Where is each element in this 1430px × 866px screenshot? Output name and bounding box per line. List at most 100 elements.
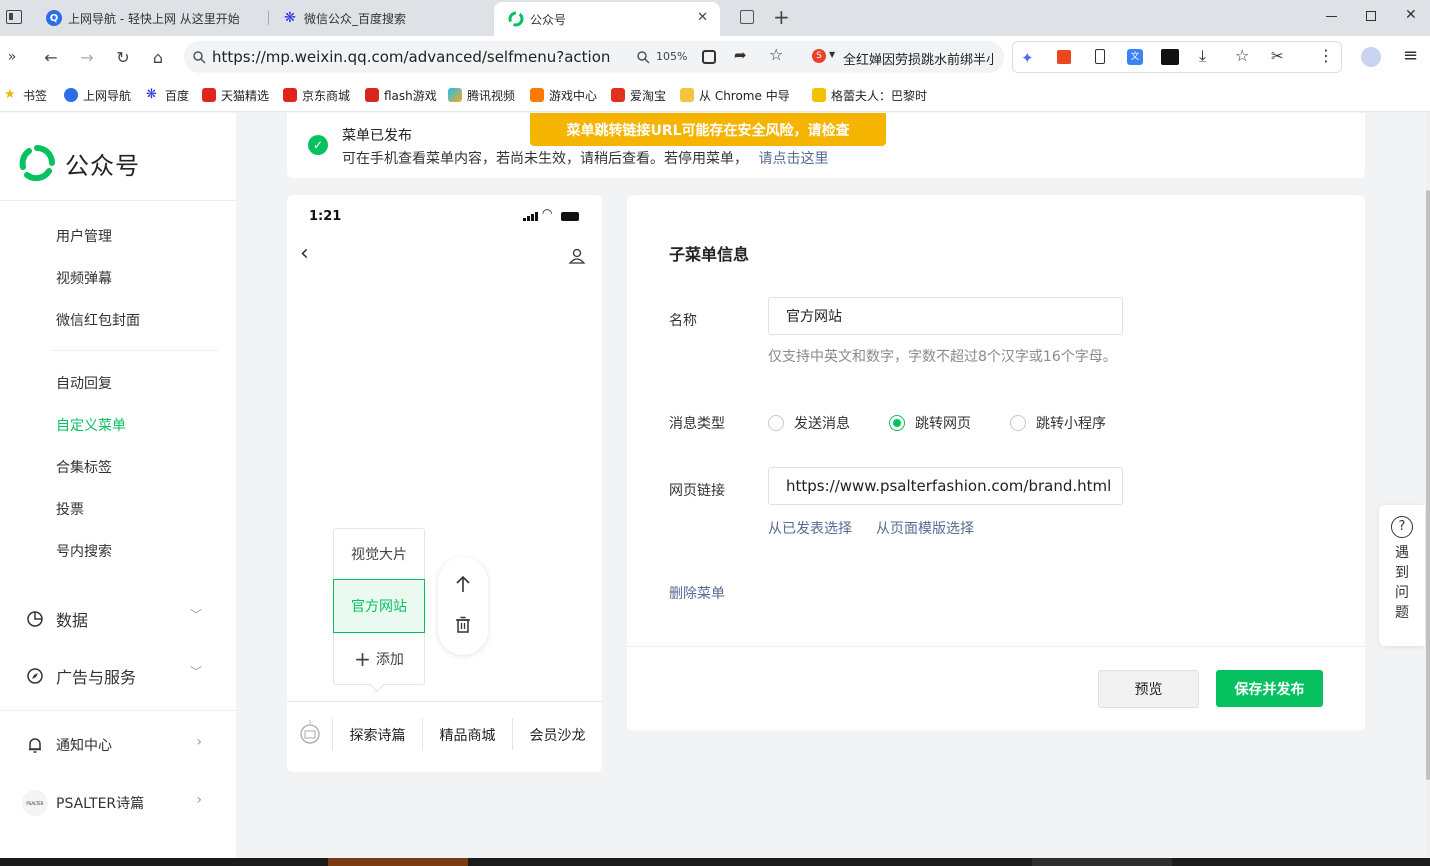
window-menu-icon[interactable] <box>6 10 22 24</box>
bookmark-item[interactable]: 天猫精选 <box>202 86 269 104</box>
forward-icon[interactable]: → <box>75 45 99 69</box>
select-published-link[interactable]: 从已发表选择 <box>768 518 852 538</box>
name-input[interactable]: 官方网站 <box>768 297 1123 335</box>
back-chevron-icon[interactable]: ‹ <box>300 241 309 266</box>
sidebar-item-custom-menu[interactable]: 自定义菜单 <box>56 415 126 435</box>
bookmark-item[interactable]: 爱淘宝 <box>611 86 666 104</box>
radio-button[interactable] <box>1010 415 1026 431</box>
sidebar-item-red-packet-cover[interactable]: 微信红包封面 <box>56 310 140 330</box>
phone-icon[interactable] <box>1095 49 1105 64</box>
ai-assistant-icon[interactable]: ✦ <box>1021 49 1034 67</box>
question-icon: ? <box>1391 516 1413 538</box>
sidebar-account[interactable]: PSALTER PSALTER诗篇 › <box>22 790 202 816</box>
tab-shangwang[interactable]: Q 上网导航 - 轻快上网 从这里开始 <box>38 3 268 33</box>
new-tab-icon[interactable]: + <box>773 5 790 29</box>
radio-button[interactable] <box>768 415 784 431</box>
sidebar-item-users[interactable]: 用户管理 <box>56 226 112 246</box>
tab-gongzhonghao[interactable]: 公众号 ✕ <box>494 2 720 36</box>
wechat-mp-icon <box>508 11 524 27</box>
close-window-icon[interactable]: ✕ <box>1405 7 1417 23</box>
search-suggestion[interactable]: 全红婵因劳损跳水前绑半小 <box>843 49 993 68</box>
bottom-menu-item[interactable]: 探索诗篇 <box>333 702 422 767</box>
tmall-icon <box>202 88 216 102</box>
delete-menu-link[interactable]: 删除菜单 <box>669 583 725 603</box>
bookmark-item[interactable]: flash游戏 <box>365 86 437 104</box>
zoom-icon[interactable] <box>636 50 650 64</box>
phone-bottom-menu: 探索诗篇 精品商城 会员沙龙 <box>287 701 602 766</box>
bottom-menu-item[interactable]: 会员沙龙 <box>513 702 602 767</box>
type-label: 消息类型 <box>669 416 725 432</box>
save-publish-button[interactable]: 保存并发布 <box>1216 670 1323 707</box>
submenu-item[interactable]: 视觉大片 <box>334 529 424 579</box>
preview-button[interactable]: 预览 <box>1098 670 1199 708</box>
user-profile-icon[interactable] <box>568 247 586 265</box>
submenu-item-selected[interactable]: 官方网站 <box>333 579 425 633</box>
sidebar-item-collection-tags[interactable]: 合集标签 <box>56 457 112 477</box>
bookmark-item[interactable]: ★ 书签 <box>4 86 47 104</box>
bookmark-item[interactable]: ❋ 百度 <box>146 86 189 104</box>
radio-button-selected[interactable] <box>889 415 905 431</box>
sidebar-item-video-danmu[interactable]: 视频弹幕 <box>56 268 112 288</box>
bookmark-item[interactable]: 格蕾夫人：巴黎时 <box>812 86 930 104</box>
chevron-right-icon: › <box>196 734 202 750</box>
radio-jump-miniprogram[interactable]: 跳转小程序 <box>1010 413 1106 433</box>
add-submenu-button[interactable]: + 添加 <box>334 633 424 685</box>
back-icon[interactable]: ← <box>39 45 63 69</box>
sidebar-group-data[interactable]: 数据 ﹀ <box>26 607 202 631</box>
bookmark-item[interactable]: 从 Chrome 中导 <box>680 86 798 104</box>
stock-icon[interactable] <box>1161 49 1179 65</box>
success-check-icon: ✓ <box>308 135 328 155</box>
scissors-icon[interactable]: ✂ <box>1271 47 1284 65</box>
logo[interactable]: 公众号 <box>19 145 140 181</box>
sogou-search-icon[interactable]: S <box>812 49 826 63</box>
sidebar-notification-center[interactable]: 通知中心 › <box>26 734 202 755</box>
sidebar-group-ads[interactable]: 广告与服务 ﹀ <box>26 664 202 688</box>
scrollbar-thumb[interactable] <box>1426 190 1430 780</box>
sidebar-item-vote[interactable]: 投票 <box>56 499 84 519</box>
zoom-level[interactable]: 105% <box>656 50 687 63</box>
s-logo-icon <box>812 88 826 102</box>
disable-menu-link[interactable]: 请点击这里 <box>758 151 828 167</box>
share-icon[interactable]: ➦ <box>734 46 747 64</box>
sidebar-item-auto-reply[interactable]: 自动回复 <box>56 373 112 393</box>
url-text[interactable]: https://mp.weixin.qq.com/advanced/selfme… <box>212 48 612 66</box>
tab-baidu[interactable]: ❋ 微信公众_百度搜索 <box>274 3 484 33</box>
bookmark-item[interactable]: 京东商城 <box>283 86 350 104</box>
address-bar[interactable]: https://mp.weixin.qq.com/advanced/selfme… <box>184 41 1004 73</box>
bookmark-star-icon[interactable]: ☆ <box>769 45 783 64</box>
screenshot-icon[interactable] <box>702 50 716 64</box>
bottom-menu-item[interactable]: 精品商城 <box>423 702 512 767</box>
browser-menu-icon[interactable]: ≡ <box>1403 45 1418 66</box>
help-float[interactable]: ? 遇 到 问 题 <box>1379 505 1425 646</box>
favorites-icon[interactable]: ☆ <box>1235 46 1249 65</box>
radio-jump-webpage[interactable]: 跳转网页 <box>889 413 971 433</box>
translate-icon[interactable]: 文 <box>1127 49 1143 65</box>
pdf-icon[interactable] <box>1057 50 1071 64</box>
side-panel-icon[interactable]: » <box>0 45 24 69</box>
trash-icon[interactable] <box>455 616 471 634</box>
submenu-form: 子菜单信息 名称 官方网站 仅支持中英文和数字，字数不超过8个汉字或16个字母。… <box>627 195 1365 731</box>
bookmark-item[interactable]: 上网导航 <box>64 86 131 104</box>
keyboard-icon[interactable] <box>299 720 321 746</box>
site-info-icon[interactable] <box>192 50 206 64</box>
reload-icon[interactable]: ↻ <box>111 45 135 69</box>
select-template-link[interactable]: 从页面模版选择 <box>876 518 974 538</box>
dropdown-arrow-icon[interactable]: ▼ <box>829 50 835 59</box>
profile-avatar[interactable] <box>1361 47 1381 67</box>
baidu-paw-icon: ❋ <box>284 10 296 26</box>
bookmark-item[interactable]: 游戏中心 <box>530 86 597 104</box>
sidebar-item-in-account-search[interactable]: 号内搜索 <box>56 541 112 561</box>
section-title: 子菜单信息 <box>669 245 750 264</box>
download-icon[interactable]: ⤓ <box>1199 46 1206 66</box>
minimize-icon[interactable] <box>1326 16 1337 17</box>
notice-title: 菜单已发布 <box>342 128 412 144</box>
radio-send-message[interactable]: 发送消息 <box>768 413 850 433</box>
tab-close-icon[interactable]: ✕ <box>697 10 708 25</box>
move-up-icon[interactable] <box>455 575 471 593</box>
tab-grid-icon[interactable] <box>740 10 754 24</box>
restore-icon[interactable] <box>1366 11 1376 21</box>
bookmark-item[interactable]: 腾讯视频 <box>448 86 515 104</box>
more-vertical-icon[interactable]: ⋮ <box>1318 46 1334 65</box>
home-icon[interactable]: ⌂ <box>146 45 170 69</box>
url-input[interactable]: https://www.psalterfashion.com/brand.htm… <box>768 467 1123 505</box>
